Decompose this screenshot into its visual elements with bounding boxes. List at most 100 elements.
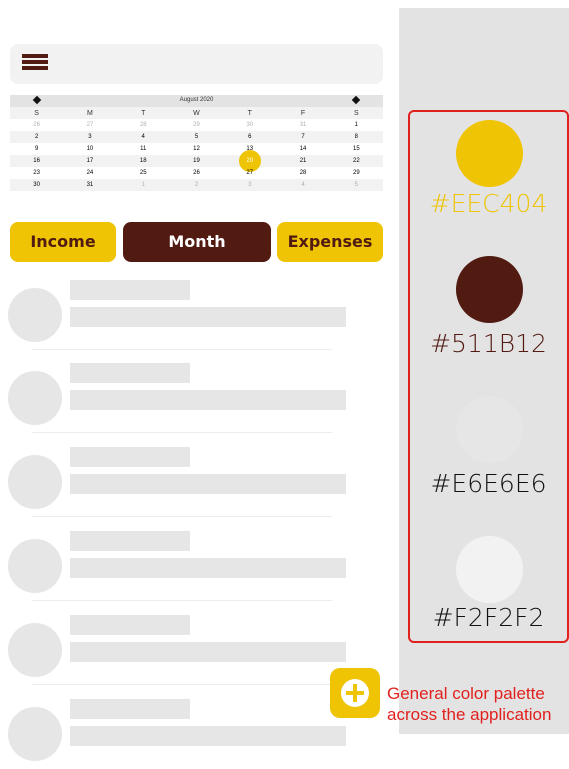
calendar-day[interactable]: 2	[10, 134, 63, 140]
color-code-label: #F2F2F2	[432, 603, 545, 632]
list-item-placeholder-line	[70, 474, 346, 494]
calendar-day[interactable]: 5	[330, 182, 383, 188]
weekday-label: T	[141, 109, 146, 117]
calendar-day[interactable]: 28	[276, 170, 329, 176]
palette-caption: General color palette across the applica…	[387, 684, 552, 724]
color-code-label: #E6E6E6	[430, 469, 547, 498]
list-item-avatar	[8, 288, 62, 342]
weekday-row: S M T W T F S	[10, 107, 383, 119]
calendar-day[interactable]: 22	[330, 158, 383, 164]
calendar-day[interactable]: 16	[10, 158, 63, 164]
calendar-day[interactable]: 31	[63, 182, 116, 188]
add-button[interactable]	[330, 668, 380, 718]
calendar: August 2020 S M T W T F S 26 27 28 29 30 31 1 2…	[10, 95, 383, 191]
list-item-avatar	[8, 623, 62, 677]
calendar-day[interactable]: 5	[170, 134, 223, 140]
calendar-week-row: 9 10 11 12 13 14 15	[10, 143, 383, 155]
calendar-week-row: 16 17 18 19 20 21 22	[10, 150, 383, 172]
calendar-header: August 2020	[10, 95, 383, 107]
weekday-label: F	[300, 109, 306, 117]
list-item-placeholder-line	[70, 642, 346, 662]
list-item[interactable]	[0, 531, 400, 601]
calendar-day[interactable]: 9	[10, 146, 63, 152]
calendar-day[interactable]: 12	[170, 146, 223, 152]
calendar-month-label: August 2020	[179, 97, 214, 103]
color-code-label: #511B12	[430, 329, 547, 358]
list-divider	[32, 516, 332, 517]
tab-month[interactable]: Month	[123, 222, 271, 262]
list-item-avatar	[8, 455, 62, 509]
calendar-day[interactable]: 29	[330, 170, 383, 176]
calendar-day[interactable]: 11	[117, 146, 170, 152]
calendar-day[interactable]: 19	[170, 158, 223, 164]
weekday-label: S	[34, 109, 39, 117]
calendar-day[interactable]: 25	[117, 170, 170, 176]
tab-income[interactable]: Income	[10, 222, 116, 262]
calendar-day[interactable]: 28	[117, 122, 170, 128]
weekday-label: S	[353, 109, 359, 117]
list-item-placeholder-line	[70, 447, 190, 467]
calendar-day[interactable]: 4	[276, 182, 329, 188]
list-divider	[32, 432, 332, 433]
calendar-day[interactable]: 30	[223, 122, 276, 128]
calendar-day[interactable]: 3	[63, 134, 116, 140]
calendar-day[interactable]: 26	[170, 170, 223, 176]
list-item[interactable]	[0, 447, 400, 517]
calendar-day[interactable]: 27	[223, 170, 276, 176]
list-item[interactable]	[0, 280, 400, 350]
calendar-day[interactable]: 31	[276, 122, 329, 128]
calendar-day[interactable]: 1	[117, 182, 170, 188]
calendar-day[interactable]: 27	[63, 122, 116, 128]
calendar-day[interactable]: 8	[330, 134, 383, 140]
calendar-day[interactable]: 4	[117, 134, 170, 140]
calendar-day[interactable]: 14	[276, 146, 329, 152]
list-item-placeholder-line	[70, 726, 346, 746]
calendar-day[interactable]: 18	[117, 158, 170, 164]
calendar-week-row: 26 27 28 29 30 31 1	[10, 119, 383, 131]
calendar-day[interactable]: 23	[10, 170, 63, 176]
calendar-day[interactable]: 30	[10, 182, 63, 188]
calendar-day[interactable]: 24	[63, 170, 116, 176]
calendar-day[interactable]: 15	[330, 146, 383, 152]
list-item-placeholder-line	[70, 307, 346, 327]
color-swatch	[456, 396, 523, 463]
list-divider	[32, 684, 332, 685]
color-code-label: #EEC404	[429, 189, 548, 218]
list-divider	[32, 349, 332, 350]
calendar-day[interactable]: 29	[170, 122, 223, 128]
weekday-label: T	[247, 109, 252, 117]
calendar-week-row: 23 24 25 26 27 28 29	[10, 167, 383, 179]
color-swatch	[456, 536, 523, 603]
weekday-label: M	[87, 109, 93, 117]
selected-day-marker[interactable]: 20	[238, 150, 261, 172]
calendar-day[interactable]: 21	[276, 158, 329, 164]
tab-expenses[interactable]: Expenses	[277, 222, 383, 262]
list-item-avatar	[8, 707, 62, 761]
calendar-day[interactable]: 1	[330, 122, 383, 128]
calendar-week-row: 30 31 1 2 3 4 5	[10, 179, 383, 191]
calendar-day[interactable]: 2	[170, 182, 223, 188]
list-item-placeholder-line	[70, 390, 346, 410]
list-item[interactable]	[0, 363, 400, 433]
calendar-day[interactable]: 17	[63, 158, 116, 164]
calendar-week-row: 2345678	[10, 131, 383, 143]
top-bar	[10, 44, 383, 84]
calendar-day[interactable]: 6	[223, 134, 276, 140]
calendar-day[interactable]: 10	[63, 146, 116, 152]
list-divider	[32, 600, 332, 601]
list-item-placeholder-line	[70, 531, 190, 551]
list-item-placeholder-line	[70, 699, 190, 719]
list-item-avatar	[8, 371, 62, 425]
color-swatch	[456, 256, 523, 323]
calendar-day[interactable]: 20	[223, 150, 276, 172]
weekday-label: W	[193, 109, 200, 117]
calendar-day[interactable]: 26	[10, 122, 63, 128]
list-item-placeholder-line	[70, 363, 190, 383]
calendar-day[interactable]: 7	[276, 134, 329, 140]
list-item-placeholder-line	[70, 615, 190, 635]
plus-icon	[341, 679, 369, 707]
hamburger-menu-icon[interactable]	[22, 54, 48, 70]
list-item-placeholder-line	[70, 558, 346, 578]
list-item-avatar	[8, 539, 62, 593]
calendar-day[interactable]: 3	[223, 182, 276, 188]
